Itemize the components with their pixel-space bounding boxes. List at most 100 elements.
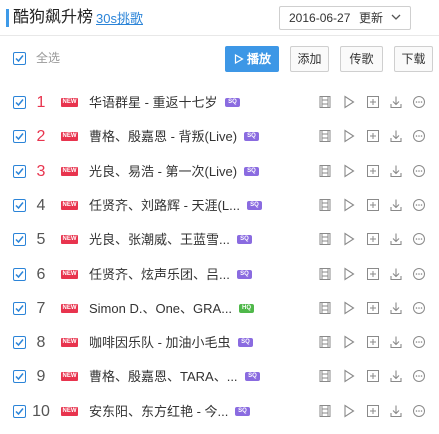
more-icon[interactable] (412, 95, 426, 109)
song-row[interactable]: 9 NEW 曹格、殷嘉恩、TARA、... SQ (0, 360, 439, 394)
check-icon (15, 99, 24, 107)
song-row[interactable]: 2 NEW 曹格、殷嘉恩 - 背叛(Live) SQ (0, 120, 439, 154)
download-icon[interactable] (389, 404, 403, 418)
download-icon[interactable] (389, 267, 403, 281)
song-rank: 9 (36, 368, 46, 385)
select-all-checkbox[interactable] (13, 52, 26, 65)
mv-icon[interactable] (318, 232, 332, 246)
play-icon[interactable] (342, 198, 356, 212)
more-icon[interactable] (412, 404, 426, 418)
song-checkbox[interactable] (13, 370, 26, 383)
play-icon[interactable] (342, 301, 356, 315)
song-row[interactable]: 4 NEW 任贤齐、刘路辉 - 天涯(L... SQ (0, 189, 439, 223)
song-title[interactable]: 咖啡因乐队 - 加油小毛虫 (89, 335, 231, 351)
send-button[interactable]: 传歌 (340, 46, 383, 72)
add-icon[interactable] (366, 232, 380, 246)
song-title[interactable]: 安东阳、东方红艳 - 今... (89, 404, 228, 420)
quality-tag-label: SQ (228, 99, 237, 105)
song-checkbox[interactable] (13, 96, 26, 109)
mv-icon[interactable] (318, 301, 332, 315)
play-icon[interactable] (342, 232, 356, 246)
new-tag-label: NEW (62, 202, 77, 208)
song-row[interactable]: 7 NEW Simon D.、One、GRA... HQ (0, 292, 439, 326)
update-label: 更新 (359, 11, 384, 25)
new-tag-label: NEW (62, 168, 77, 174)
download-icon[interactable] (389, 95, 403, 109)
add-icon[interactable] (366, 129, 380, 143)
download-button[interactable]: 下载 (394, 46, 433, 72)
more-icon[interactable] (412, 267, 426, 281)
mv-icon[interactable] (318, 95, 332, 109)
song-checkbox[interactable] (13, 302, 26, 315)
song-title[interactable]: Simon D.、One、GRA... (89, 301, 232, 317)
song-checkbox[interactable] (13, 405, 26, 418)
mv-icon[interactable] (318, 164, 332, 178)
song-row[interactable]: 3 NEW 光良、易浩 - 第一次(Live) SQ (0, 155, 439, 189)
song-title[interactable]: 华语群星 - 重返十七岁 (89, 95, 218, 111)
more-icon[interactable] (412, 369, 426, 383)
more-icon[interactable] (412, 301, 426, 315)
song-title[interactable]: 光良、张潮威、王蓝雪... (89, 232, 230, 248)
check-icon (15, 305, 24, 313)
add-icon[interactable] (366, 301, 380, 315)
add-icon[interactable] (366, 267, 380, 281)
song-row[interactable]: 5 NEW 光良、张潮威、王蓝雪... SQ (0, 223, 439, 257)
download-icon[interactable] (389, 232, 403, 246)
download-icon[interactable] (389, 369, 403, 383)
add-icon[interactable] (366, 335, 380, 349)
song-row[interactable]: 8 NEW 咖啡因乐队 - 加油小毛虫 SQ (0, 326, 439, 360)
add-icon[interactable] (366, 164, 380, 178)
challenge-link[interactable]: 30s挑歌 (96, 10, 143, 28)
new-tag-label: NEW (62, 373, 77, 379)
add-icon[interactable] (366, 404, 380, 418)
more-icon[interactable] (412, 335, 426, 349)
song-checkbox[interactable] (13, 268, 26, 281)
add-icon[interactable] (366, 198, 380, 212)
play-button[interactable]: 播放 (225, 46, 279, 72)
song-checkbox[interactable] (13, 233, 26, 246)
mv-icon[interactable] (318, 404, 332, 418)
play-icon[interactable] (342, 335, 356, 349)
add-button[interactable]: 添加 (290, 46, 329, 72)
download-icon[interactable] (389, 301, 403, 315)
mv-icon[interactable] (318, 335, 332, 349)
song-row[interactable]: 10 NEW 安东阳、东方红艳 - 今... SQ (0, 395, 439, 429)
mv-icon[interactable] (318, 267, 332, 281)
download-icon[interactable] (389, 129, 403, 143)
more-icon[interactable] (412, 164, 426, 178)
mv-icon[interactable] (318, 198, 332, 212)
song-checkbox[interactable] (13, 130, 26, 143)
quality-tag-label: SQ (241, 339, 250, 345)
new-tag: NEW (61, 167, 78, 176)
check-icon (15, 408, 24, 416)
song-title[interactable]: 光良、易浩 - 第一次(Live) (89, 164, 237, 180)
play-icon[interactable] (342, 267, 356, 281)
song-title[interactable]: 任贤齐、刘路辉 - 天涯(L... (89, 198, 240, 214)
more-icon[interactable] (412, 198, 426, 212)
add-icon[interactable] (366, 369, 380, 383)
date-select[interactable]: 2016-06-27 更新 (279, 6, 411, 30)
more-icon[interactable] (412, 232, 426, 246)
song-row[interactable]: 6 NEW 任贤齐、炫声乐团、吕... SQ (0, 258, 439, 292)
add-icon[interactable] (366, 95, 380, 109)
song-title[interactable]: 任贤齐、炫声乐团、吕... (89, 267, 230, 283)
quality-tag-label: SQ (247, 133, 256, 139)
play-icon[interactable] (342, 95, 356, 109)
song-row[interactable]: 1 NEW 华语群星 - 重返十七岁 SQ (0, 86, 439, 120)
song-title[interactable]: 曹格、殷嘉恩 - 背叛(Live) (89, 129, 237, 145)
song-title[interactable]: 曹格、殷嘉恩、TARA、... (89, 369, 238, 385)
play-icon[interactable] (342, 129, 356, 143)
song-checkbox[interactable] (13, 165, 26, 178)
toolbar: 全选 播放 添加 传歌 下载 (0, 36, 439, 82)
download-icon[interactable] (389, 335, 403, 349)
download-icon[interactable] (389, 164, 403, 178)
song-checkbox[interactable] (13, 336, 26, 349)
mv-icon[interactable] (318, 129, 332, 143)
download-icon[interactable] (389, 198, 403, 212)
more-icon[interactable] (412, 129, 426, 143)
song-checkbox[interactable] (13, 199, 26, 212)
play-icon[interactable] (342, 404, 356, 418)
play-icon[interactable] (342, 164, 356, 178)
play-icon[interactable] (342, 369, 356, 383)
mv-icon[interactable] (318, 369, 332, 383)
